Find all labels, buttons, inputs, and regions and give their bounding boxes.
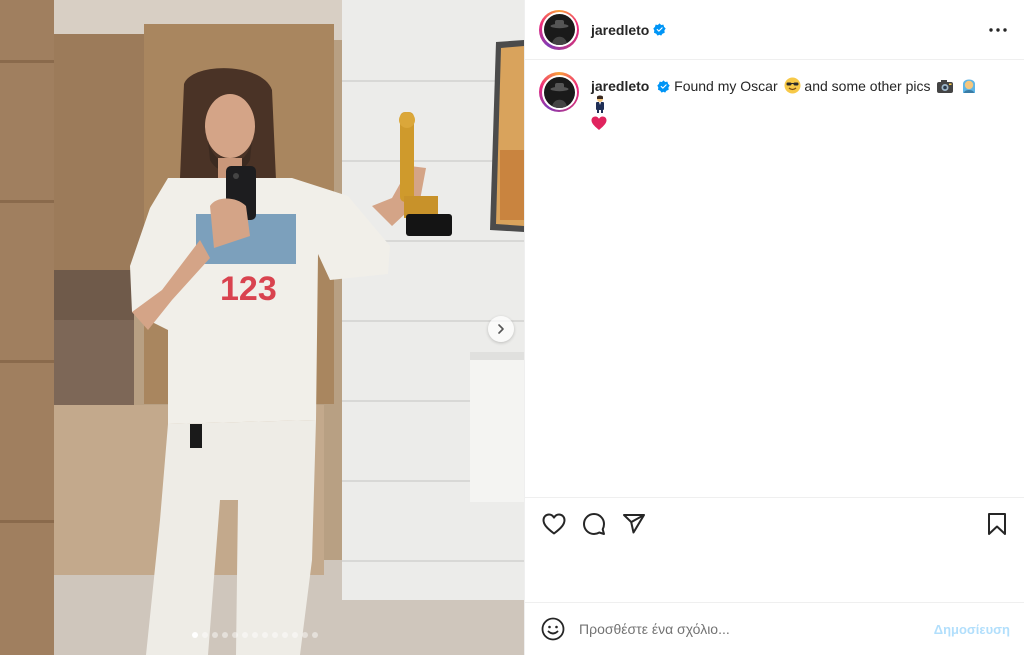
carousel-dot xyxy=(272,632,278,638)
smiling-face-with-sunglasses-icon xyxy=(784,77,801,94)
caption-body-continued: and some other pics xyxy=(804,78,931,94)
profile-picture xyxy=(543,14,575,45)
carousel-dot xyxy=(232,632,238,638)
comment-input[interactable] xyxy=(579,621,934,637)
carousel-dot xyxy=(242,632,248,638)
paper-plane-icon xyxy=(623,513,645,533)
post-media: 123 xyxy=(0,0,524,655)
svg-text:123: 123 xyxy=(220,270,277,308)
woman-with-veil-face-icon xyxy=(963,79,976,93)
avatar[interactable] xyxy=(539,9,579,50)
emoji-picker-icon[interactable] xyxy=(541,617,565,641)
profile-picture xyxy=(543,76,575,108)
comment-bubble-icon xyxy=(583,512,605,535)
publish-comment-button[interactable]: Δημοσίευση xyxy=(934,622,1010,637)
post-actions-bar xyxy=(525,497,1024,549)
carousel-dot xyxy=(262,632,268,638)
carousel-dot xyxy=(192,632,198,638)
more-options-button[interactable] xyxy=(986,18,1010,42)
caption-avatar[interactable] xyxy=(539,72,579,112)
chevron-right-icon xyxy=(498,324,504,334)
caption-body: Found my Oscar xyxy=(674,78,778,94)
caption-username[interactable]: jaredleto xyxy=(591,78,649,94)
verified-badge-icon xyxy=(657,80,670,93)
caption-text: jaredleto Found my Oscar and some other … xyxy=(591,72,991,132)
heart-outline-icon xyxy=(542,513,566,534)
post-header: jaredleto xyxy=(525,0,1024,60)
post-caption: jaredleto Found my Oscar and some other … xyxy=(525,60,1024,132)
woman-in-tuxedo-icon xyxy=(596,95,604,113)
carousel-dot xyxy=(222,632,228,638)
carousel-next-button[interactable] xyxy=(488,316,514,342)
post-sidebar: jaredleto jaredleto Found my Oscar and s… xyxy=(524,0,1024,655)
carousel-dot xyxy=(282,632,288,638)
red-heart-icon xyxy=(591,116,607,130)
comment-button[interactable] xyxy=(581,511,607,537)
verified-badge-icon xyxy=(653,23,667,36)
carousel-indicator xyxy=(192,632,318,638)
add-comment-bar: Δημοσίευση xyxy=(525,602,1024,655)
camera-with-flash-icon xyxy=(937,80,954,93)
save-button[interactable] xyxy=(984,511,1010,537)
post-photo: 123 xyxy=(0,0,524,655)
carousel-dot xyxy=(312,632,318,638)
carousel-dot xyxy=(302,632,308,638)
bookmark-icon xyxy=(988,512,1006,535)
like-button[interactable] xyxy=(541,511,567,537)
carousel-dot xyxy=(252,632,258,638)
post-dialog: 123 jaredleto jaredleto Found my Oscar a… xyxy=(0,0,1024,655)
carousel-dot xyxy=(292,632,298,638)
carousel-dot xyxy=(202,632,208,638)
carousel-dot xyxy=(212,632,218,638)
author-username[interactable]: jaredleto xyxy=(591,22,649,38)
share-button[interactable] xyxy=(621,511,647,537)
ellipsis-icon xyxy=(989,27,1007,32)
